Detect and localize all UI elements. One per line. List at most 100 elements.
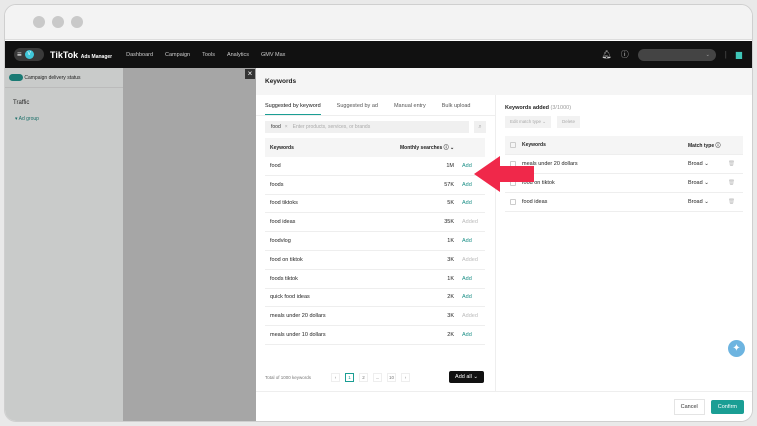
table-row: food ideas35KAdded xyxy=(265,213,485,232)
nav-tools[interactable]: Tools xyxy=(202,52,215,58)
add-keyword-button: Added xyxy=(454,257,480,263)
delivery-status-label: Campaign delivery status xyxy=(24,75,80,81)
search-tag[interactable]: food xyxy=(271,124,281,130)
table-row: food on tiktok3KAdded xyxy=(265,251,485,270)
table-row: food1MAdd xyxy=(265,157,485,176)
nav-gmv-max[interactable]: GMV Max xyxy=(261,52,285,58)
added-row: food on tiktokBroad ⌄🗑︎ xyxy=(505,174,743,193)
keyword: food tiktoks xyxy=(270,200,424,206)
delivery-toggle[interactable] xyxy=(9,74,23,81)
section-title: Traffic xyxy=(5,88,123,116)
nav-dashboard[interactable]: Dashboard xyxy=(126,52,153,58)
monthly-searches: 57K xyxy=(424,182,454,188)
confirm-button[interactable]: Confirm xyxy=(711,400,744,414)
page-ellipsis[interactable]: ... xyxy=(373,373,382,382)
keyword: foods tiktok xyxy=(270,276,424,282)
col-keywords: Keywords xyxy=(522,142,688,148)
col-keywords: Keywords xyxy=(270,145,400,151)
suggestions-table: KeywordsMonthly searches ⓘ ⌄ food1MAddfo… xyxy=(265,138,485,345)
trash-icon[interactable]: 🗑︎ xyxy=(728,199,738,205)
menu-button[interactable]: ≡V xyxy=(14,48,44,61)
page-1[interactable]: 1 xyxy=(345,373,354,382)
keyword: food ideas xyxy=(522,199,688,205)
total-count: Total of 1000 keywords xyxy=(265,375,311,380)
next-page[interactable]: › xyxy=(401,373,410,382)
add-keyword-button[interactable]: Add xyxy=(454,276,480,282)
add-keyword-button[interactable]: Add xyxy=(454,238,480,244)
nav-analytics[interactable]: Analytics xyxy=(227,52,249,58)
ad-group-item[interactable]: ▾ Ad group xyxy=(5,116,123,122)
table-row: food tiktoks5KAdd xyxy=(265,195,485,214)
added-table: KeywordsMatch type ⓘ meals under 20 doll… xyxy=(505,136,743,212)
help-icon[interactable]: ⓘ xyxy=(621,49,629,60)
logo[interactable]: TikTok Ads Manager xyxy=(50,50,112,60)
monthly-searches: 35K xyxy=(424,219,454,225)
avatar: V xyxy=(25,50,34,59)
overlay xyxy=(123,68,256,421)
edit-match-type[interactable]: Edit match type ⌄ xyxy=(505,116,551,128)
close-icon[interactable]: × xyxy=(245,69,255,79)
nav-campaign[interactable]: Campaign xyxy=(165,52,190,58)
business-icon[interactable]: ▆ xyxy=(736,50,742,59)
search-icon[interactable]: ⌕ xyxy=(474,121,486,133)
window-dot[interactable] xyxy=(71,16,83,28)
window-chrome xyxy=(5,5,752,40)
keyword: meals under 20 dollars xyxy=(270,313,424,319)
page-2[interactable]: 2 xyxy=(359,373,368,382)
sidebar: Campaign delivery status Traffic ▾ Ad gr… xyxy=(5,68,123,421)
keyword: food xyxy=(270,163,424,169)
window-dot[interactable] xyxy=(52,16,64,28)
add-keyword-button: Added xyxy=(454,219,480,225)
col-match: Match type ⓘ xyxy=(688,142,738,149)
keyword-search-input[interactable]: food× Enter products, services, or brand… xyxy=(265,121,469,133)
monthly-searches: 1K xyxy=(424,238,454,244)
tab-suggested-ad[interactable]: Suggested by ad xyxy=(337,103,378,115)
keyword: meals under 10 dollars xyxy=(270,332,424,338)
add-all-button[interactable]: Add all ⌄ xyxy=(449,371,484,383)
window-dot[interactable] xyxy=(33,16,45,28)
keyword: meals under 20 dollars xyxy=(522,161,688,167)
bell-icon[interactable]: 🔔︎ xyxy=(602,50,612,59)
prev-page[interactable]: ‹ xyxy=(331,373,340,382)
add-keyword-button[interactable]: Add xyxy=(454,294,480,300)
monthly-searches: 3K xyxy=(424,313,454,319)
keyword: food ideas xyxy=(270,219,424,225)
tab-suggested-keyword[interactable]: Suggested by keyword xyxy=(265,103,321,115)
page-10[interactable]: 10 xyxy=(387,373,396,382)
trash-icon[interactable]: 🗑︎ xyxy=(728,180,738,186)
cancel-button[interactable]: Cancel xyxy=(674,399,705,415)
red-arrow-annotation xyxy=(474,156,534,192)
drawer-title: Keywords xyxy=(256,68,752,95)
monthly-searches: 1M xyxy=(424,163,454,169)
keyword: foods xyxy=(270,182,424,188)
added-row: meals under 20 dollarsBroad ⌄🗑︎ xyxy=(505,155,743,174)
top-nav: ≡V TikTok Ads Manager Dashboard Campaign… xyxy=(5,41,752,68)
match-type-select[interactable]: Broad ⌄ xyxy=(688,161,728,167)
row-checkbox[interactable] xyxy=(510,199,516,205)
add-keyword-button[interactable]: Add xyxy=(454,200,480,206)
table-row: foods tiktok1KAdd xyxy=(265,270,485,289)
keyword: quick food ideas xyxy=(270,294,424,300)
table-row: foods57KAdd xyxy=(265,176,485,195)
match-type-select[interactable]: Broad ⌄ xyxy=(688,199,728,205)
monthly-searches: 2K xyxy=(424,294,454,300)
col-monthly[interactable]: Monthly searches ⓘ ⌄ xyxy=(400,144,480,151)
keyword: food on tiktok xyxy=(522,180,688,186)
add-keyword-button[interactable]: Add xyxy=(454,332,480,338)
search-placeholder: Enter products, services, or brands xyxy=(293,124,371,130)
select-all-checkbox[interactable] xyxy=(510,142,516,148)
table-row: meals under 10 dollars2KAdd xyxy=(265,326,485,345)
match-type-select[interactable]: Broad ⌄ xyxy=(688,180,728,186)
trash-icon[interactable]: 🗑︎ xyxy=(728,161,738,167)
delete-button[interactable]: Delete xyxy=(557,116,580,128)
added-row: food ideasBroad ⌄🗑︎ xyxy=(505,193,743,212)
hamburger-icon: ≡ xyxy=(17,50,22,59)
table-row: foodvlog1KAdd xyxy=(265,232,485,251)
monthly-searches: 2K xyxy=(424,332,454,338)
assistant-icon[interactable]: ✦ xyxy=(728,340,745,357)
tab-bulk-upload[interactable]: Bulk upload xyxy=(442,103,471,115)
added-title: Keywords added (3/1000) xyxy=(496,95,752,116)
keyword: foodvlog xyxy=(270,238,424,244)
tab-manual-entry[interactable]: Manual entry xyxy=(394,103,426,115)
account-select[interactable]: ⌄ xyxy=(638,49,716,61)
